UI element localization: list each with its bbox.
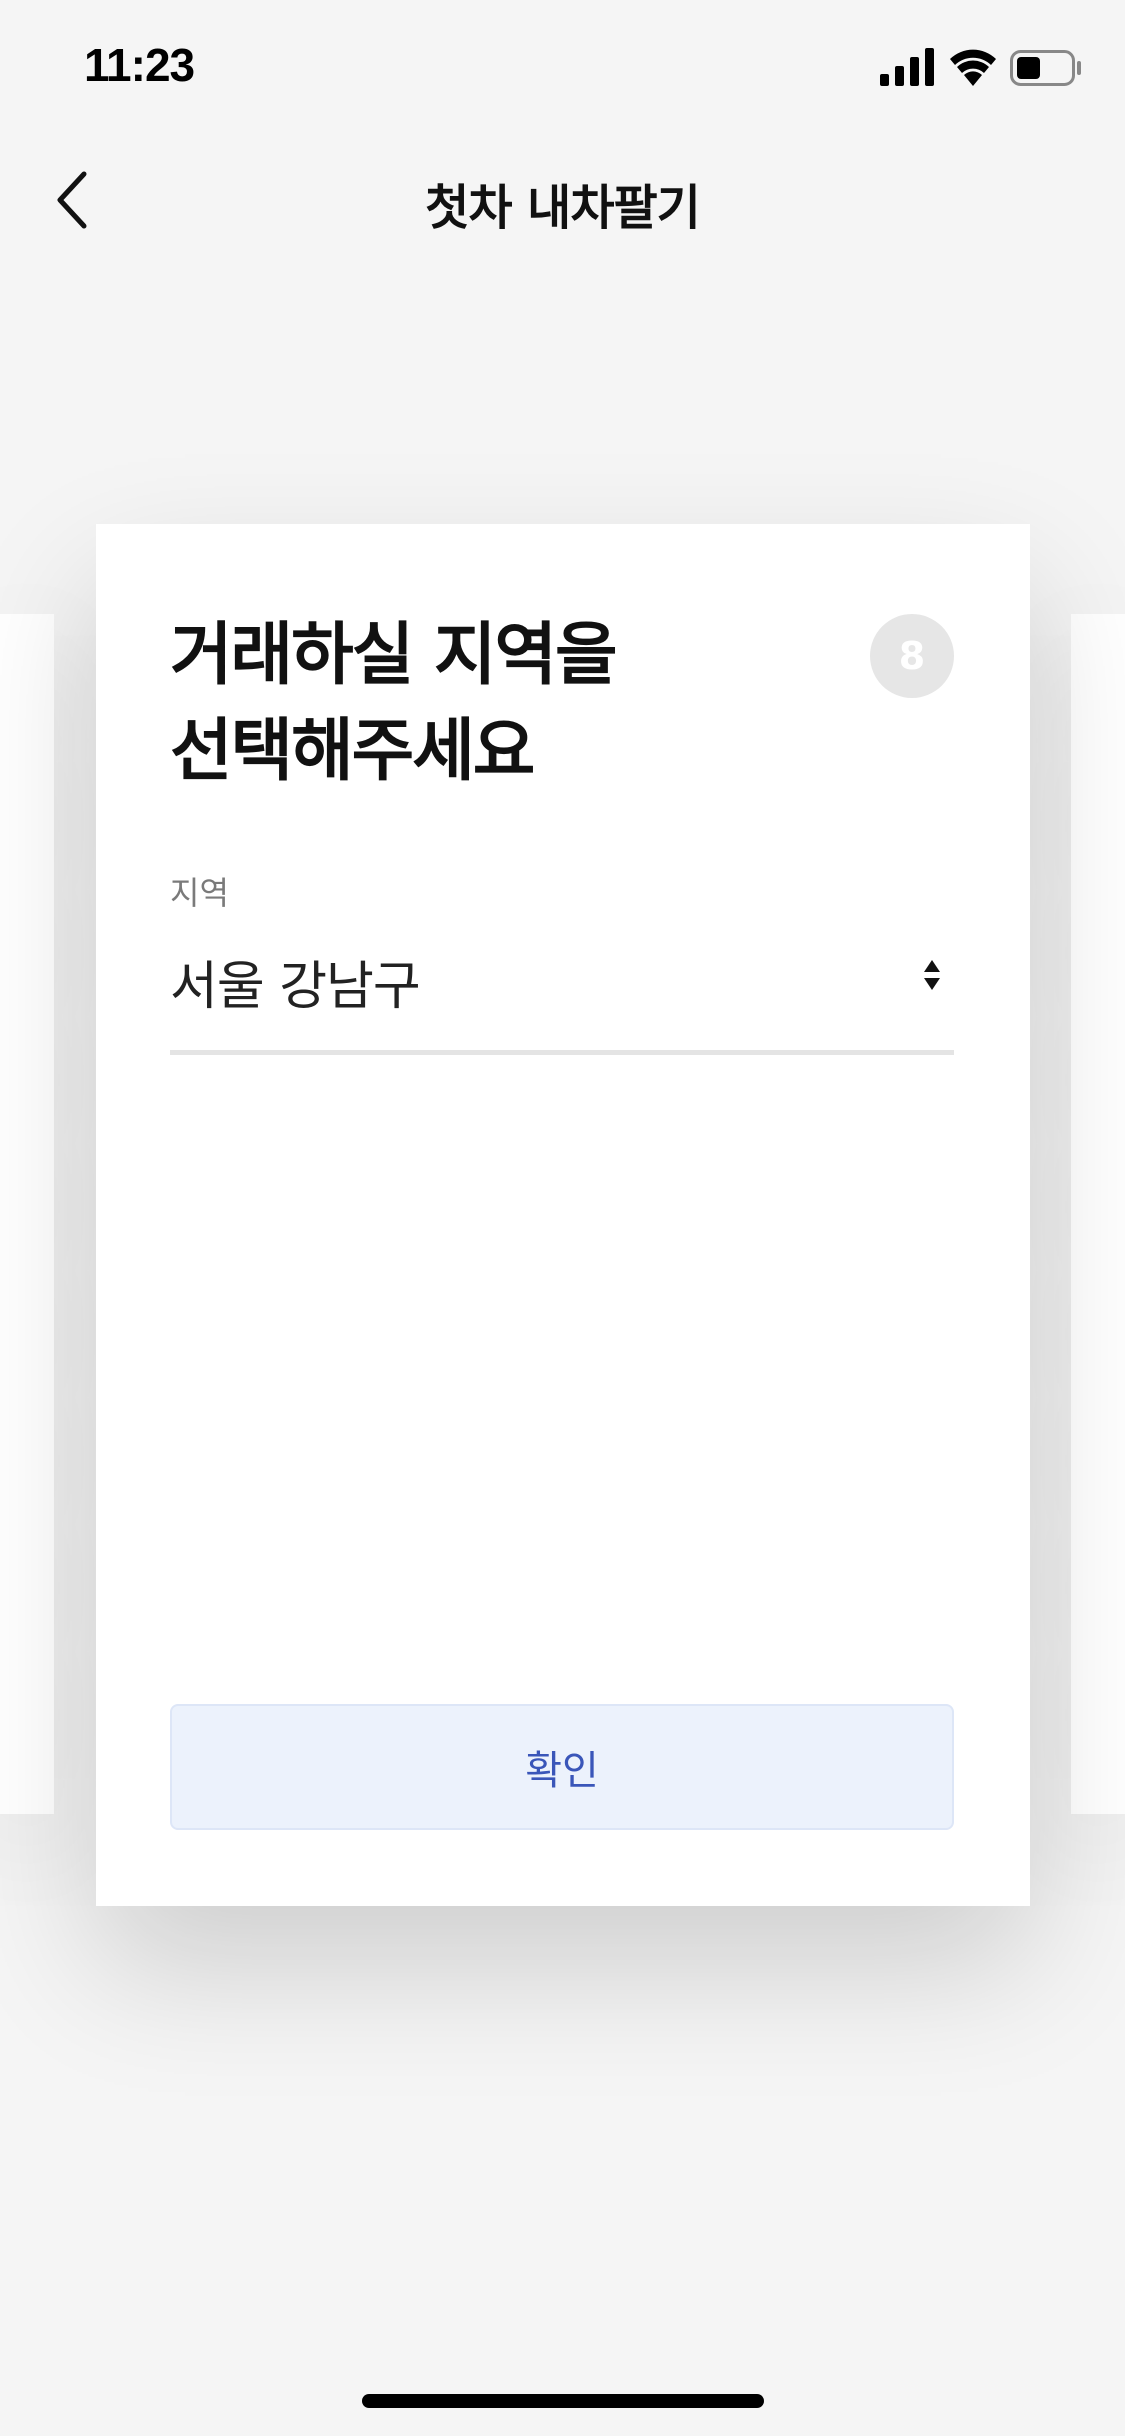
region-value: 서울 강남구 bbox=[170, 957, 421, 1017]
region-field-label: 지역 bbox=[170, 874, 229, 912]
previous-card[interactable] bbox=[0, 614, 54, 1814]
battery-fill bbox=[1017, 57, 1040, 79]
navigation-bar: 첫차 내차팔기 bbox=[0, 150, 1125, 250]
battery-icon bbox=[1010, 50, 1081, 86]
wifi-icon bbox=[950, 49, 996, 86]
region-select[interactable]: 서울 강남구 bbox=[170, 944, 954, 1055]
card-title-line-2: 선택해주세요 bbox=[170, 712, 535, 791]
status-bar: 11:23 bbox=[0, 0, 1125, 132]
signal-icon bbox=[880, 48, 934, 86]
region-card: 거래하실 지역을 선택해주세요 8 지역 서울 강남구 확인 bbox=[96, 524, 1030, 1906]
card-title: 거래하실 지역을 선택해주세요 bbox=[170, 608, 810, 800]
step-badge: 8 bbox=[870, 614, 954, 698]
select-arrows-icon bbox=[924, 960, 940, 990]
next-card[interactable] bbox=[1071, 614, 1125, 1814]
card-title-line-1: 거래하실 지역을 bbox=[170, 616, 618, 695]
page-title: 첫차 내차팔기 bbox=[425, 180, 701, 236]
status-time: 11:23 bbox=[84, 39, 195, 91]
confirm-button[interactable]: 확인 bbox=[170, 1704, 954, 1830]
home-indicator bbox=[362, 2394, 764, 2408]
